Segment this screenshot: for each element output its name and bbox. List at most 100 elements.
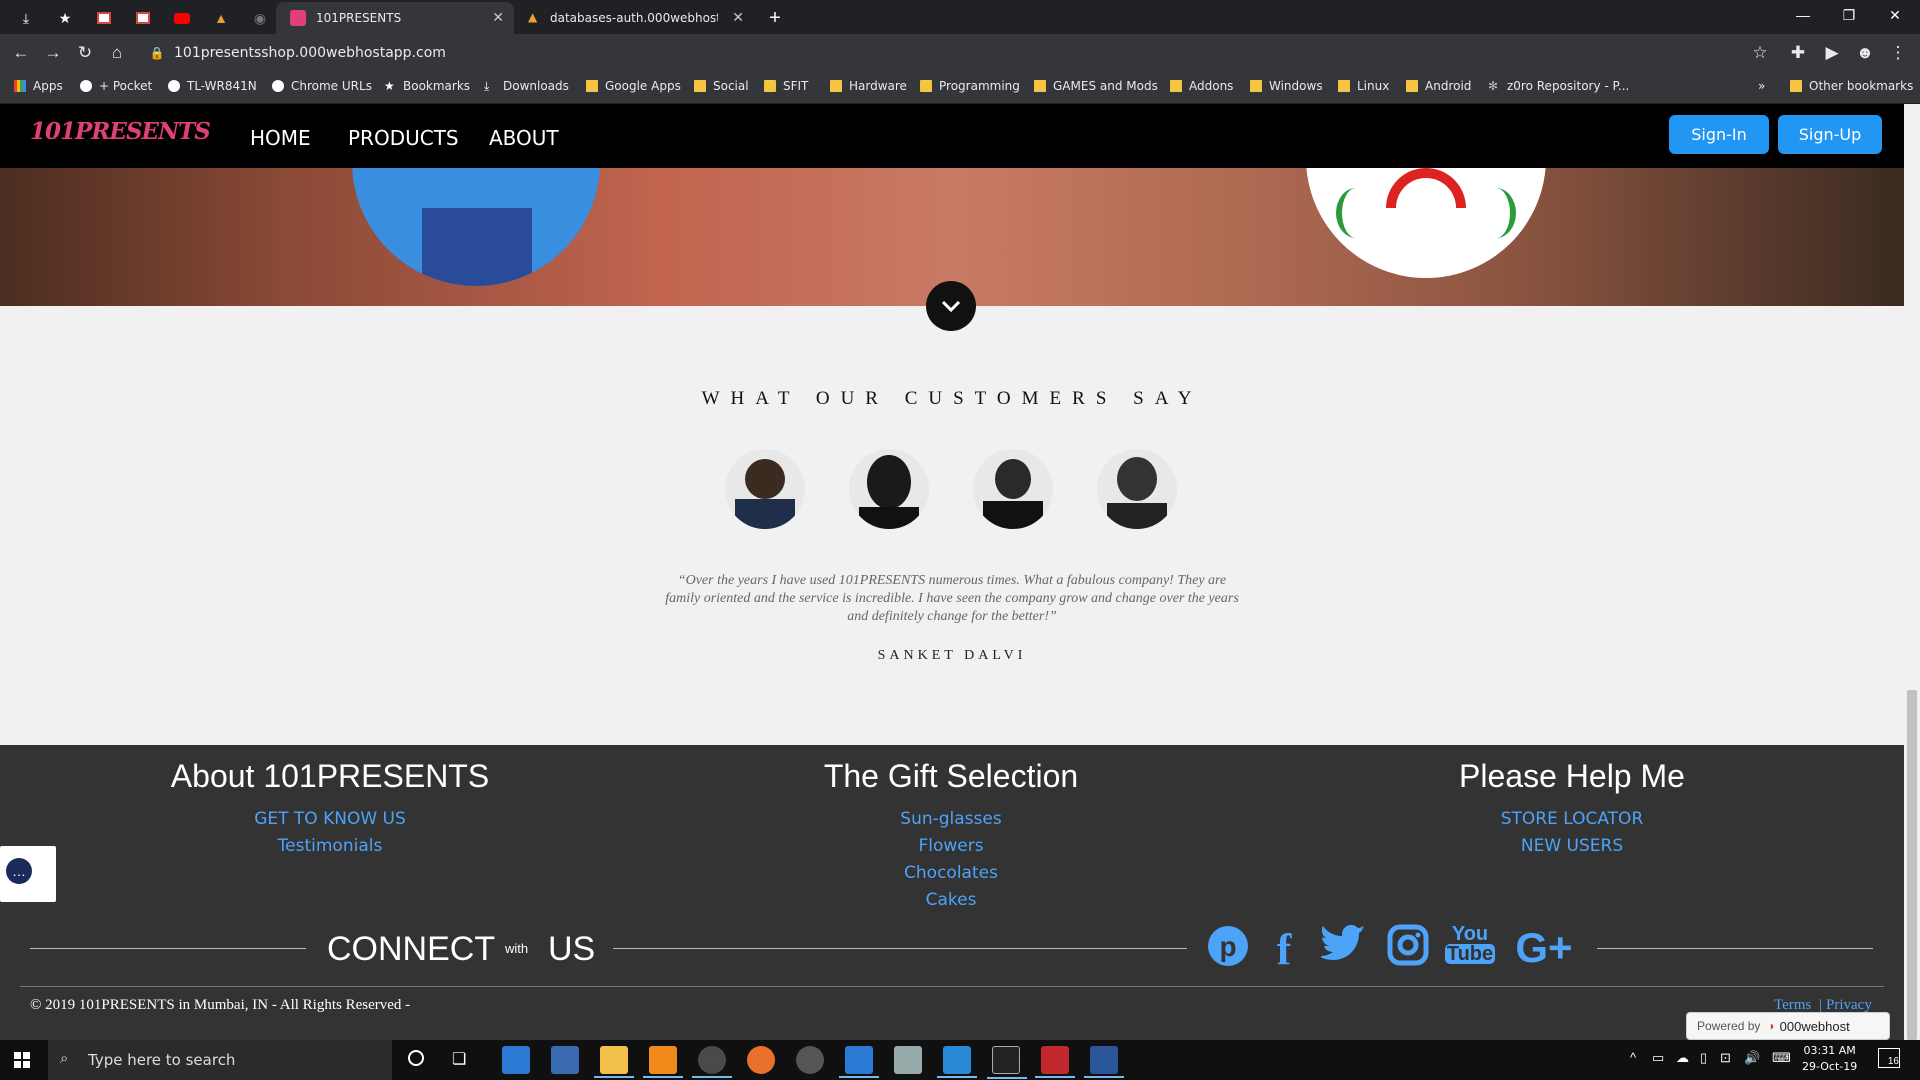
taskbar-app-icon[interactable]: [894, 1046, 922, 1074]
task-view-icon[interactable]: ❏: [452, 1049, 466, 1069]
extensions-icon[interactable]: ✚: [1787, 42, 1809, 64]
taskbar-app-icon[interactable]: [839, 1046, 879, 1078]
windows-start-icon[interactable]: [14, 1052, 30, 1068]
scrollbar-thumb[interactable]: [1907, 690, 1917, 1040]
volume-icon[interactable]: 🔊: [1744, 1050, 1760, 1066]
bookmark-sfit[interactable]: SFIT: [764, 77, 808, 95]
twitter-icon[interactable]: [1316, 924, 1372, 962]
keyboard-icon[interactable]: ⌨: [1772, 1050, 1791, 1066]
footer-link-testimonials[interactable]: Testimonials: [30, 836, 630, 856]
bookmark-z0ro[interactable]: ✻ z0ro Repository - P...: [1488, 77, 1629, 95]
chat-widget[interactable]: …: [0, 846, 56, 902]
folder-icon: [694, 80, 706, 92]
globe-tab-icon[interactable]: ◉: [242, 4, 278, 32]
minimize-button[interactable]: —: [1780, 0, 1826, 30]
customer-avatar[interactable]: [1097, 449, 1177, 529]
close-window-button[interactable]: ✕: [1872, 0, 1918, 30]
bookmark-bookmarks[interactable]: ★ Bookmarks: [384, 77, 470, 95]
tray-monitor-icon[interactable]: ▭: [1652, 1050, 1664, 1066]
bookmark-android[interactable]: Android: [1406, 77, 1471, 95]
bookmark-windows[interactable]: Windows: [1250, 77, 1323, 95]
vscode-icon[interactable]: [937, 1046, 977, 1078]
footer-link-store-locator[interactable]: STORE LOCATOR: [1272, 809, 1872, 829]
bookmark-programming[interactable]: Programming: [920, 77, 1020, 95]
notifications-icon[interactable]: 16: [1878, 1048, 1900, 1068]
profile-avatar[interactable]: ☻: [1854, 42, 1876, 64]
bookmark-games[interactable]: GAMES and Mods: [1034, 77, 1158, 95]
file-explorer-icon[interactable]: [594, 1046, 634, 1078]
bookmark-apps[interactable]: Apps: [14, 77, 63, 95]
bookmark-linux[interactable]: Linux: [1338, 77, 1389, 95]
download-icon[interactable]: ⤓: [8, 4, 44, 32]
gift-favicon-icon: [290, 10, 306, 26]
bookmark-addons[interactable]: Addons: [1170, 77, 1233, 95]
sign-in-button[interactable]: Sign-In: [1669, 115, 1769, 154]
bookmark-social[interactable]: Social: [694, 77, 749, 95]
cortana-icon[interactable]: [408, 1050, 424, 1066]
taskbar-app-icon[interactable]: [502, 1046, 530, 1074]
menu-icon[interactable]: ⋮: [1887, 42, 1909, 64]
customer-avatar[interactable]: [973, 449, 1053, 529]
close-tab-icon[interactable]: ✕: [732, 10, 744, 26]
pinterest-icon[interactable]: p: [1204, 924, 1252, 968]
back-icon[interactable]: ←: [10, 42, 32, 64]
customer-avatar[interactable]: [725, 449, 805, 529]
new-tab-button[interactable]: +: [757, 4, 793, 32]
bookmark-hardware[interactable]: Hardware: [830, 77, 907, 95]
nav-products[interactable]: PRODUCTS: [348, 126, 459, 150]
customer-avatar[interactable]: [849, 449, 929, 529]
star-icon[interactable]: ★: [47, 4, 83, 32]
tab-databases-auth[interactable]: ▲ databases-auth.000webhost.com ✕: [514, 2, 754, 34]
tray-chevron-icon[interactable]: ^: [1630, 1050, 1636, 1065]
site-logo[interactable]: 101PRESENTS: [30, 118, 211, 145]
terminal-icon[interactable]: [987, 1046, 1027, 1079]
powered-by-badge[interactable]: Powered by ◗ 000webhost: [1686, 1012, 1890, 1040]
bookmark-pocket[interactable]: + Pocket: [80, 77, 152, 95]
word-icon[interactable]: [1084, 1046, 1124, 1078]
network-icon[interactable]: ⊡: [1720, 1050, 1731, 1066]
reload-icon[interactable]: ↻: [74, 42, 96, 64]
forward-icon[interactable]: →: [42, 42, 64, 64]
scroll-down-button[interactable]: [926, 281, 976, 331]
bookmark-other[interactable]: Other bookmarks: [1790, 77, 1913, 95]
bookmark-chrome-urls[interactable]: Chrome URLs: [272, 77, 372, 95]
footer-link-flowers[interactable]: Flowers: [651, 836, 1251, 856]
taskbar-search-box[interactable]: Type here to search: [48, 1040, 392, 1080]
chrome-icon[interactable]: [692, 1046, 732, 1078]
vlc-icon[interactable]: [643, 1046, 683, 1078]
instagram-icon[interactable]: [1384, 924, 1432, 966]
battery-icon[interactable]: ▯: [1700, 1050, 1707, 1066]
youtube-icon[interactable]: You Tube: [1444, 924, 1496, 964]
bookmarks-overflow[interactable]: »: [1758, 77, 1765, 95]
bookmark-star-icon[interactable]: ☆: [1749, 42, 1771, 64]
taskbar-app-icon[interactable]: [551, 1046, 579, 1074]
firefox-icon[interactable]: [747, 1046, 775, 1074]
footer-link-sun-glasses[interactable]: Sun-glasses: [651, 809, 1251, 829]
close-tab-icon[interactable]: ✕: [492, 10, 504, 26]
gmail-tab-icon-2[interactable]: [125, 4, 161, 32]
tab-101presents[interactable]: 101PRESENTS ✕: [276, 2, 514, 34]
media-play-icon[interactable]: ▶: [1821, 42, 1843, 64]
gmail-tab-icon[interactable]: [86, 4, 122, 32]
home-icon[interactable]: ⌂: [106, 42, 128, 64]
onedrive-icon[interactable]: ☁: [1676, 1050, 1689, 1066]
taskbar-clock[interactable]: 03:31 AM 29-Oct-19: [1802, 1043, 1857, 1075]
taskbar-app-icon[interactable]: [1035, 1046, 1075, 1078]
footer-link-new-users[interactable]: NEW USERS: [1272, 836, 1872, 856]
nav-home[interactable]: HOME: [250, 126, 311, 150]
000webhost-tab-icon[interactable]: ▲: [203, 4, 239, 32]
google-plus-icon[interactable]: G+: [1510, 924, 1578, 972]
restore-button[interactable]: ❐: [1826, 0, 1872, 30]
footer-link-get-to-know-us[interactable]: GET TO KNOW US: [30, 809, 630, 829]
bookmark-tl-wr841n[interactable]: TL-WR841N: [168, 77, 257, 95]
facebook-icon[interactable]: f: [1264, 924, 1304, 975]
nav-about[interactable]: ABOUT: [489, 126, 559, 150]
footer-link-cakes[interactable]: Cakes: [651, 890, 1251, 910]
address-bar[interactable]: 101presentsshop.000webhostapp.com: [174, 43, 1814, 63]
footer-link-chocolates[interactable]: Chocolates: [651, 863, 1251, 883]
youtube-tab-icon[interactable]: [164, 4, 200, 32]
sign-up-button[interactable]: Sign-Up: [1778, 115, 1882, 154]
steam-icon[interactable]: [796, 1046, 824, 1074]
bookmark-google-apps[interactable]: Google Apps: [586, 77, 681, 95]
bookmark-downloads[interactable]: ⤓ Downloads: [484, 77, 569, 95]
